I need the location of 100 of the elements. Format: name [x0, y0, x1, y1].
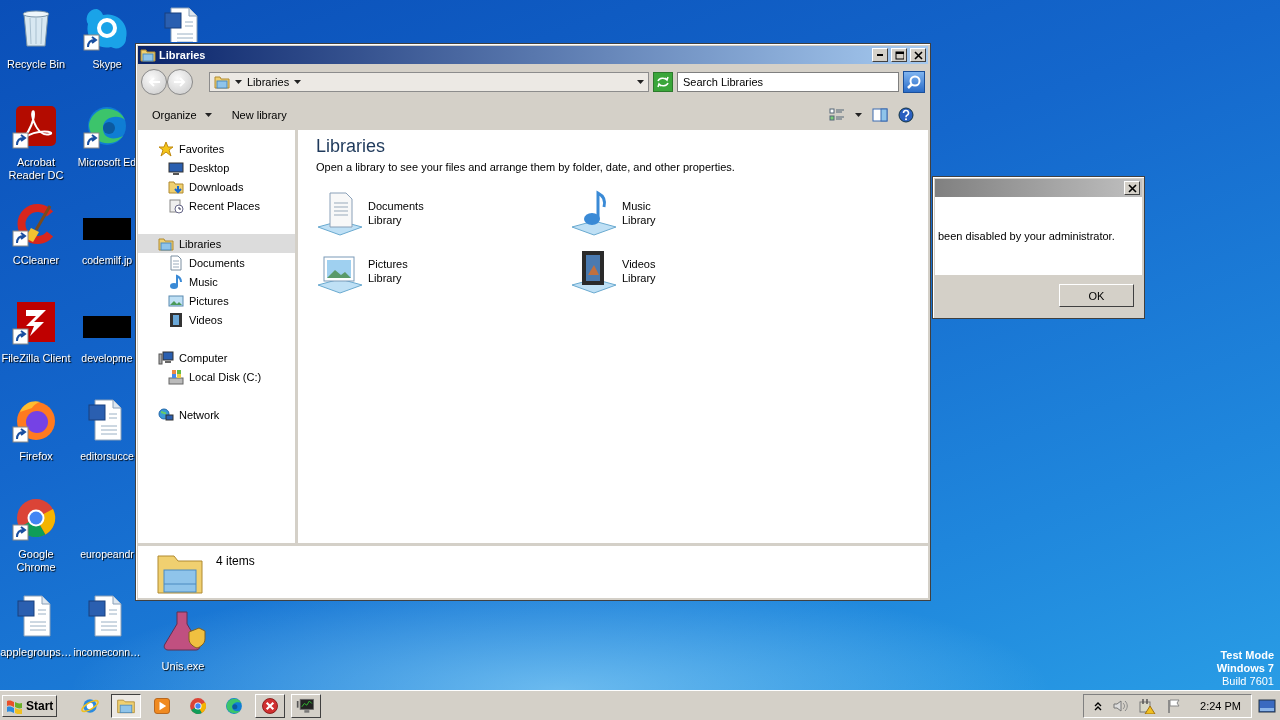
navigation-item-label: Recent Places: [189, 199, 260, 212]
toolbar-button[interactable]: Organize: [144, 106, 220, 124]
chevron-up-icon[interactable]: [1094, 700, 1103, 711]
navigation-item-label: Pictures: [189, 294, 229, 307]
desktop-icon-label: incomeconn…: [73, 646, 141, 659]
navigation-item[interactable]: Local Disk (C:): [138, 367, 295, 386]
disk-icon: [168, 368, 184, 385]
navigation-item[interactable]: Libraries: [138, 234, 295, 253]
desktop-preview-icon: [1258, 697, 1276, 714]
desktop-icon-label: codemilf.jp: [81, 254, 133, 267]
picture-icon: [168, 292, 184, 309]
caret-icon: [235, 80, 242, 84]
desktop-icon-label: Recycle Bin: [6, 58, 66, 71]
desktop-icon-label: europeandr: [80, 548, 134, 561]
toolbar-button[interactable]: New library: [223, 106, 295, 124]
navigation-item-label: Local Disk (C:): [189, 370, 262, 383]
navigation-item-label: Libraries: [179, 237, 222, 250]
system-notice-text: Windows 7: [1216, 662, 1274, 675]
network-icon: [158, 406, 174, 423]
navigation-item-label: Documents: [189, 256, 245, 269]
window-title: Libraries: [159, 49, 207, 61]
maximize-button[interactable]: [891, 48, 907, 62]
close-button[interactable]: [1124, 181, 1140, 195]
ok-button[interactable]: OK: [1059, 284, 1134, 307]
navigation-item[interactable]: Documents: [138, 253, 295, 272]
caret-icon: [294, 80, 302, 84]
navigation-item[interactable]: Desktop: [138, 158, 295, 177]
desktop-icon-label: Acrobat Reader DC: [7, 156, 65, 182]
navigation-item-label: Favorites: [179, 142, 225, 155]
navigation-item[interactable]: Downloads: [138, 177, 295, 196]
desktop-icon-label: FileZilla Client: [1, 352, 71, 365]
close-button[interactable]: [910, 48, 926, 62]
media-player-icon: [152, 695, 173, 716]
library-type: Library: [622, 213, 656, 227]
library-name[interactable]: Videos: [622, 257, 656, 271]
clock[interactable]: 2:24 PM: [1200, 699, 1241, 712]
network-warning-icon[interactable]: [1138, 697, 1157, 714]
desktop-icon-label: developme: [81, 352, 133, 365]
navigation-item-label: Downloads: [189, 180, 244, 193]
navigation-item-label: Computer: [179, 351, 228, 364]
maximize-icon: [894, 50, 904, 60]
library-icon: [158, 235, 174, 252]
navigation-item[interactable]: Videos: [138, 310, 295, 329]
music-note-icon: [168, 273, 184, 290]
flag-icon[interactable]: [1166, 697, 1183, 714]
back-arrow-icon: [148, 77, 160, 87]
library-icon: [214, 74, 230, 90]
library-name[interactable]: Documents: [368, 199, 424, 213]
taskbar-button[interactable]: [111, 693, 142, 718]
search-icon: [907, 75, 921, 89]
music-library-icon: [570, 189, 618, 237]
navigation-item[interactable]: Pictures: [138, 291, 295, 310]
close-icon: [1127, 183, 1137, 193]
navigation-item[interactable]: Recent Places: [138, 196, 295, 215]
preview-pane-icon[interactable]: [872, 108, 888, 122]
system-notice-text: Build 7601: [1222, 675, 1274, 688]
desktop-icon-label: Google Chrome: [15, 548, 57, 574]
error-icon: [260, 695, 281, 716]
minimize-button[interactable]: [872, 48, 888, 62]
desktop-icon-label: Unis.exe: [161, 660, 205, 673]
desktop-icon-label: Firefox: [19, 450, 53, 463]
dialog-message: been disabled by your administrator.: [938, 230, 1115, 242]
refresh-button[interactable]: [653, 72, 673, 92]
navigation-item-label: Videos: [189, 313, 223, 326]
library-icon: [140, 47, 156, 63]
document-icon: [168, 254, 184, 271]
search-button[interactable]: [903, 71, 925, 93]
help-icon[interactable]: [898, 107, 914, 123]
recent-icon: [168, 197, 184, 214]
caret-icon: [204, 113, 212, 117]
document-library-icon: [316, 189, 364, 237]
caret-icon: [855, 113, 862, 117]
folder-icon: [168, 178, 184, 195]
desktop-icon-label: editorsucce: [80, 450, 134, 463]
start-button[interactable]: Start: [2, 694, 58, 717]
search-field[interactable]: Search Libraries: [677, 72, 899, 92]
browser-icon: [188, 695, 209, 716]
library-name[interactable]: Pictures: [368, 257, 408, 271]
item-count: 4 items: [216, 554, 255, 568]
navigation-item-label: Desktop: [189, 161, 230, 174]
desktop-icon-label: applegroups…: [0, 646, 72, 659]
film-icon: [168, 311, 184, 328]
refresh-icon: [656, 76, 670, 88]
page-heading: Libraries: [316, 136, 387, 157]
forward-arrow-icon: [174, 77, 186, 87]
breadcrumb[interactable]: Libraries: [247, 76, 290, 88]
navigation-item[interactable]: Network: [138, 405, 295, 424]
library-type: Library: [368, 213, 403, 227]
dropdown-caret-icon: [637, 80, 644, 84]
monitor-icon: [168, 159, 184, 176]
minimize-icon: [877, 54, 883, 56]
address-bar[interactable]: Libraries: [209, 72, 649, 92]
library-name[interactable]: Music: [622, 199, 656, 213]
navigation-item[interactable]: Computer: [138, 348, 295, 367]
desktop-icon-label: Microsoft Ed: [77, 156, 137, 169]
desktop-icon-label: CCleaner: [12, 254, 60, 267]
navigation-item[interactable]: Favorites: [138, 139, 295, 158]
star-icon: [158, 140, 174, 157]
navigation-item[interactable]: Music: [138, 272, 295, 291]
navigation-item-label: Network: [179, 408, 220, 421]
